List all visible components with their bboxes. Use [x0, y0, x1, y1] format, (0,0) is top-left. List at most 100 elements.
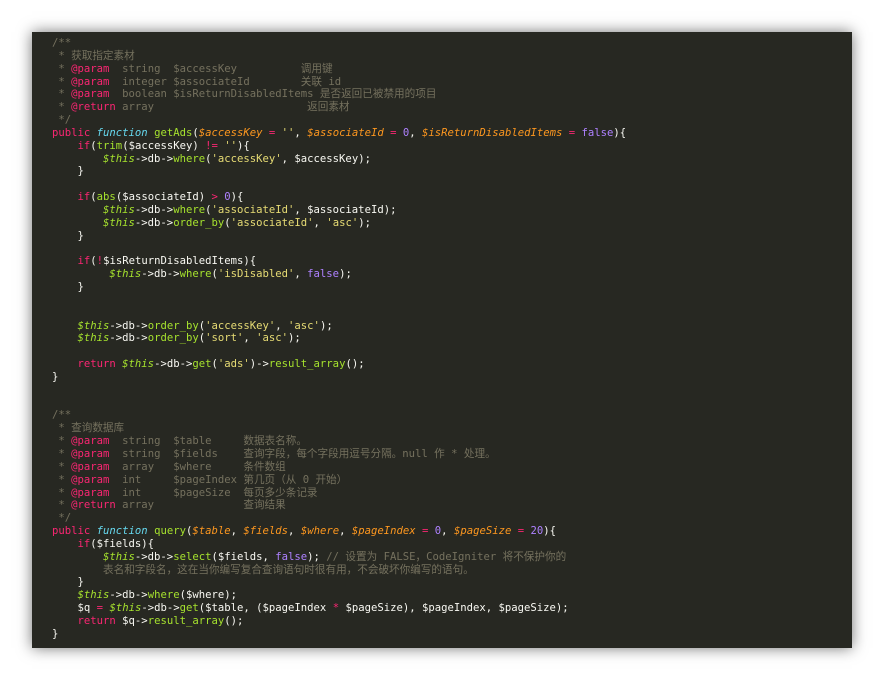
code-text-token: ($associateId)	[115, 191, 212, 204]
comment-token: array $where 条件数组	[109, 460, 286, 473]
comment-token: /**	[52, 409, 72, 422]
code-text-token: );	[288, 332, 301, 345]
variable-token: $associateId	[307, 126, 384, 139]
string-literal-token: 'asc'	[326, 216, 359, 229]
function-name-token: get	[179, 602, 199, 615]
annotation-token: @return	[71, 499, 116, 512]
code-line: }	[52, 371, 848, 384]
this-variable-token: $this	[77, 319, 110, 332]
string-literal-token: 'accessKey'	[211, 152, 282, 165]
code-text-token: ->db->	[141, 602, 180, 615]
storage-keyword-token: function	[96, 525, 155, 538]
storage-keyword-token: function	[96, 126, 155, 139]
code-text-token: $q	[52, 602, 97, 615]
code-text-token: ($where);	[179, 589, 237, 602]
code-text-token: ->db->	[154, 358, 193, 371]
code-line: */	[52, 512, 848, 525]
comment-token: *	[52, 448, 72, 460]
code-line: public function query($table, $fields, $…	[52, 525, 848, 538]
function-name-token: where	[179, 268, 212, 281]
code-text-token: ){	[237, 139, 250, 152]
code-line: return $q->result_array();	[52, 615, 848, 628]
comment-token: string $accessKey 调用键	[109, 62, 333, 75]
code-text-token: ,	[275, 319, 289, 332]
code-line: * @param int $pageIndex 第几页（从 0 开始）	[52, 474, 848, 487]
comment-token: *	[52, 499, 72, 512]
code-text-token: }	[52, 576, 84, 589]
code-text-token: $pageSize), $pageIndex, $pageSize);	[339, 602, 569, 615]
code-text-token: ->db->	[134, 152, 174, 165]
code-text-token: ,	[294, 126, 308, 139]
variable-token: $isReturnDisabledItems	[422, 126, 563, 139]
code-line: if(abs($associateId) > 0){	[52, 191, 848, 204]
annotation-token: @param	[71, 473, 110, 486]
code-text-token: ,	[294, 268, 308, 281]
code-line: * @param string $table 数据表名称。	[52, 435, 848, 448]
code-text-token: ->db->	[134, 550, 174, 563]
code-text-token: ->db->	[141, 268, 180, 281]
code-text-token: ();	[345, 358, 365, 371]
function-name-token: get	[192, 358, 212, 371]
annotation-token: @param	[71, 448, 110, 460]
this-variable-token: $this	[103, 550, 135, 563]
comment-token: array 返回素材	[115, 101, 350, 114]
code-line: }	[52, 628, 848, 641]
function-name-token: trim	[96, 139, 123, 152]
code-line: $this->db->order_by('sort', 'asc');	[52, 332, 848, 345]
string-literal-token: 'accessKey'	[205, 319, 276, 332]
annotation-token: @param	[71, 486, 110, 499]
function-name-token: getAds	[154, 126, 193, 139]
number-literal-token: false	[581, 126, 614, 139]
code-text-token: ->db->	[109, 319, 148, 332]
code-line: if(!$isReturnDisabledItems){	[52, 255, 848, 268]
code-text-token: );	[339, 268, 352, 281]
operator-token: =	[511, 525, 531, 538]
code-text-token: ($table, ($pageIndex	[198, 602, 333, 615]
string-literal-token: 'associateId'	[230, 216, 314, 229]
comment-token: */	[52, 114, 72, 127]
code-text-token: ($fields){	[90, 537, 155, 550]
comment-token: *	[52, 435, 72, 448]
code-text-token: ,	[230, 525, 244, 538]
code-text-token: }	[52, 627, 59, 640]
this-variable-token: $this	[109, 268, 142, 281]
function-name-token: where	[173, 152, 206, 165]
code-text-token: );	[319, 319, 333, 332]
code-text-token: ($fields,	[211, 550, 276, 563]
code-line: * @param string $accessKey 调用键	[52, 63, 848, 76]
code-area[interactable]: /** * 获取指定素材 * @param string $accessKey …	[52, 37, 848, 641]
code-line: * 查询数据库	[52, 422, 848, 435]
function-name-token: result_array	[147, 614, 225, 627]
this-variable-token: $this	[109, 602, 142, 615]
variable-token: $table	[192, 525, 231, 538]
variable-token: $where	[300, 525, 340, 538]
comment-token: */	[52, 512, 72, 525]
operator-token: =	[415, 525, 435, 538]
code-text-token: ->db->	[109, 332, 148, 345]
code-line: }	[52, 230, 848, 243]
keyword-token: return	[77, 614, 123, 627]
string-literal-token: ''	[224, 139, 238, 152]
code-editor-window: /** * 获取指定素材 * @param string $accessKey …	[32, 32, 852, 648]
this-variable-token: $this	[103, 203, 135, 216]
comment-token: integer $associateId 关联 id	[109, 75, 342, 88]
code-line: }	[52, 576, 848, 589]
code-text-token: ,	[339, 525, 352, 538]
code-line: $this->db->where('isDisabled', false);	[52, 268, 848, 281]
code-text-token: ){	[613, 126, 627, 139]
code-line: $this->db->where($where);	[52, 589, 848, 602]
function-name-token: order_by	[147, 319, 199, 332]
code-line: * 获取指定素材	[52, 50, 848, 63]
comment-token: /**	[52, 37, 72, 49]
function-name-token: select	[173, 550, 212, 563]
